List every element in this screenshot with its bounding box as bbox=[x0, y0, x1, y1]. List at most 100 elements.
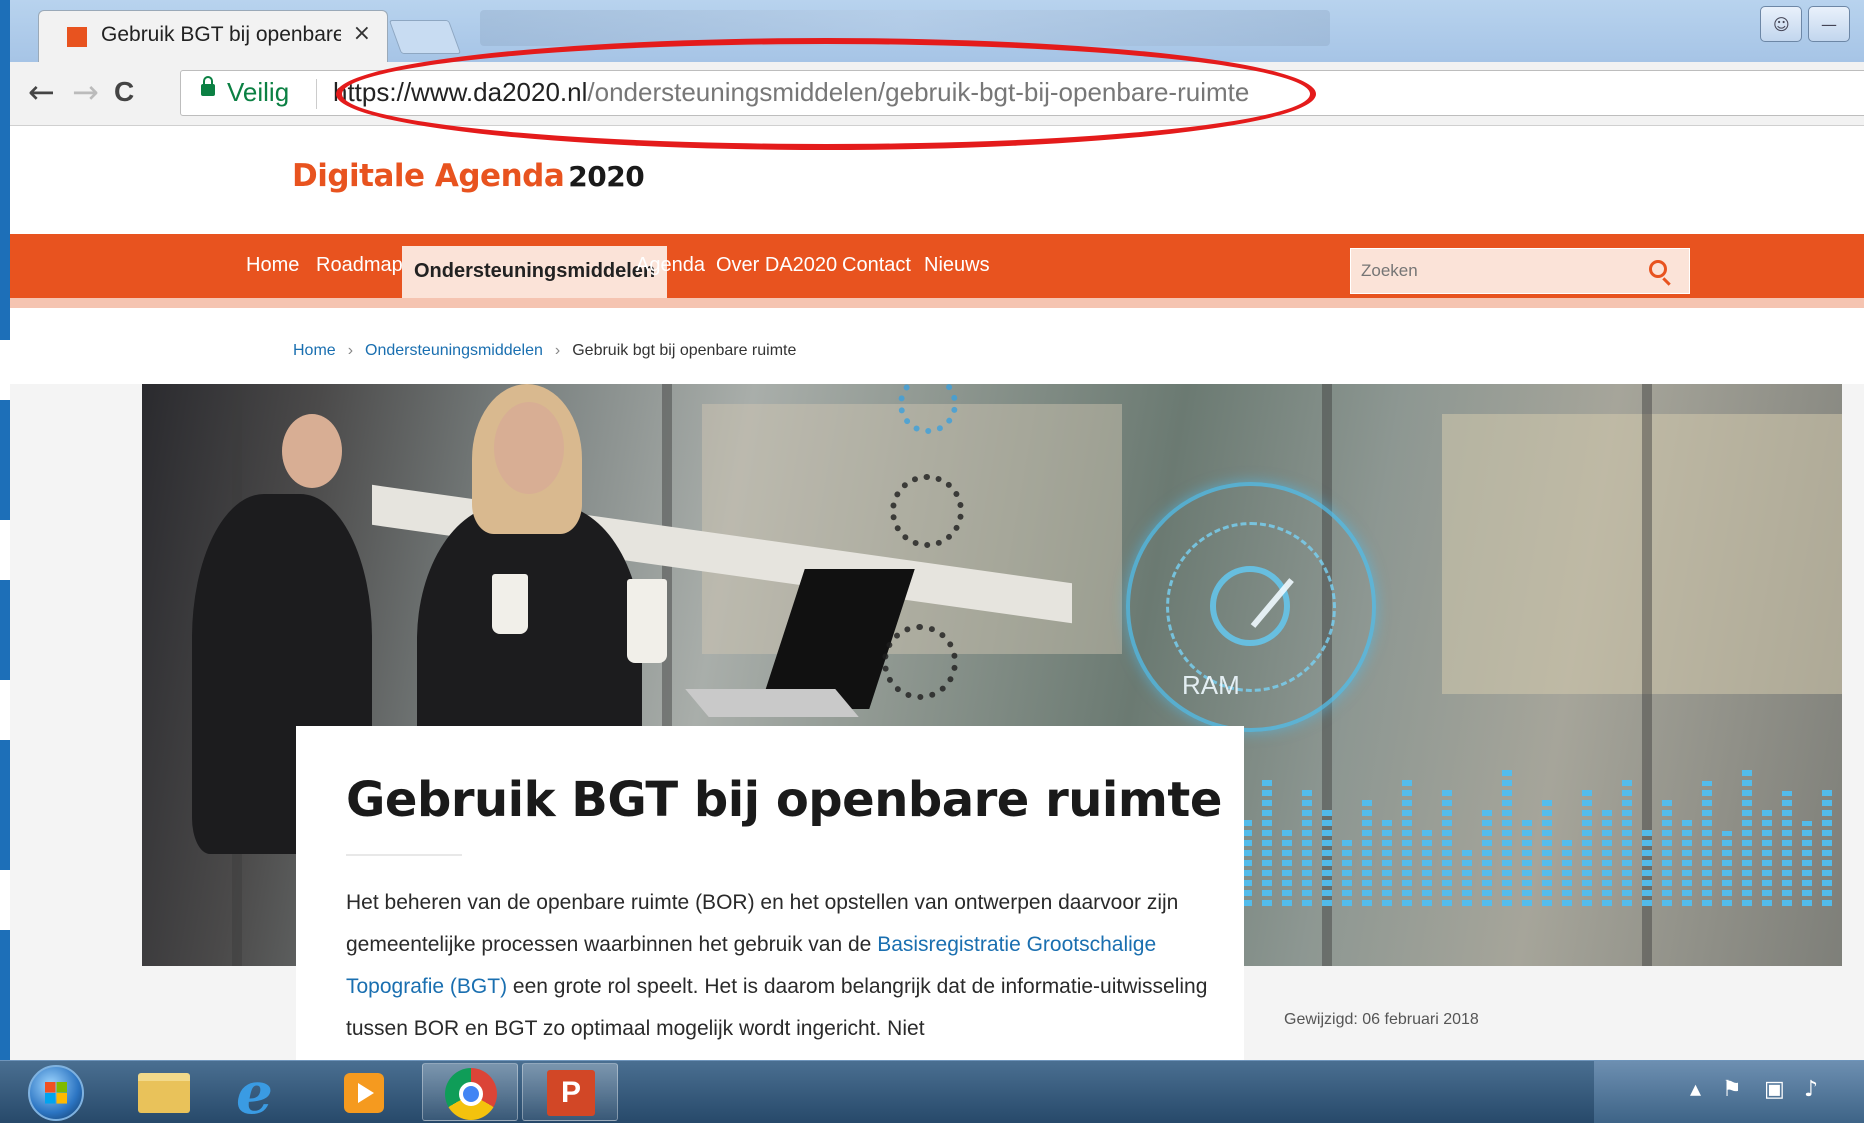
gauge-label: RAM bbox=[1182, 670, 1240, 700]
breadcrumb-ondersteuningsmiddelen[interactable]: Ondersteuningsmiddelen bbox=[365, 342, 543, 359]
equalizer-bar bbox=[1822, 786, 1832, 906]
nav-item-agenda[interactable]: Agenda bbox=[636, 254, 705, 288]
browser-tab[interactable]: Gebruik BGT bij openbare ruimte × bbox=[38, 10, 388, 62]
breadcrumb-separator: › bbox=[347, 342, 354, 359]
equalizer-bar bbox=[1302, 786, 1312, 906]
equalizer-bar bbox=[1742, 766, 1752, 906]
back-button[interactable]: ← bbox=[28, 72, 55, 112]
new-tab-button[interactable] bbox=[388, 20, 462, 54]
equalizer-bar bbox=[1722, 831, 1732, 906]
equalizer-bar bbox=[1642, 826, 1652, 906]
powerpoint-icon: P bbox=[547, 1070, 595, 1116]
chrome-icon bbox=[445, 1068, 497, 1120]
action-center-icon[interactable]: ⚑ bbox=[1722, 1077, 1742, 1102]
breadcrumb-current: Gebruik bgt bij openbare ruimte bbox=[572, 342, 797, 359]
red-annotation-ellipse bbox=[336, 38, 1316, 150]
coffee-cup bbox=[627, 579, 667, 663]
nav-item-roadmap[interactable]: Roadmap bbox=[316, 254, 403, 288]
equalizer-bar bbox=[1462, 846, 1472, 906]
equalizer-bar bbox=[1262, 776, 1272, 906]
media-player-icon bbox=[344, 1073, 384, 1113]
modified-label: Gewijzigd: bbox=[1284, 1011, 1358, 1028]
equalizer-bar bbox=[1782, 791, 1792, 906]
search-input[interactable] bbox=[1361, 253, 1641, 289]
reload-button[interactable]: C bbox=[114, 72, 134, 112]
user-icon: ☺ bbox=[1773, 15, 1790, 34]
woman-face bbox=[494, 402, 564, 494]
taskbar-media-player[interactable] bbox=[314, 1063, 410, 1121]
ram-gauge-graphic bbox=[1126, 482, 1376, 732]
decorative-dial bbox=[882, 624, 958, 700]
windows-explorer-icon bbox=[138, 1073, 190, 1113]
equalizer-bar bbox=[1282, 826, 1292, 906]
laptop-keyboard bbox=[685, 689, 859, 717]
minimize-icon: — bbox=[1821, 15, 1837, 34]
desktop-gap bbox=[0, 520, 10, 580]
nav-item-ondersteuningsmiddelen[interactable]: Ondersteuningsmiddelen bbox=[402, 246, 668, 298]
decorative-dial bbox=[890, 474, 964, 548]
equalizer-bar bbox=[1622, 776, 1632, 906]
equalizer-bar bbox=[1402, 776, 1412, 906]
logo-year: 2020 bbox=[568, 160, 645, 193]
windows-taskbar: e P ▴ ⚑ ▣ ♪ bbox=[0, 1059, 1864, 1123]
modified-date-value: 06 februari 2018 bbox=[1362, 1011, 1479, 1028]
tab-close-icon[interactable]: × bbox=[353, 21, 371, 46]
show-hidden-icons-arrow[interactable]: ▴ bbox=[1690, 1077, 1701, 1102]
desktop-gap bbox=[0, 340, 10, 400]
screenshot: Gebruik BGT bij openbare ruimte × ☺ — ← … bbox=[0, 0, 1864, 1123]
breadcrumb: Home › Ondersteuningsmiddelen › Gebruik bgt … bbox=[293, 342, 796, 360]
tab-title: Gebruik BGT bij openbare ruimte bbox=[101, 23, 341, 46]
equalizer-bar bbox=[1362, 796, 1372, 906]
equalizer-bar bbox=[1342, 836, 1352, 906]
article-title: Gebruik BGT bij openbare ruimte bbox=[346, 772, 1222, 828]
taskbar-internet-explorer[interactable]: e bbox=[214, 1059, 310, 1123]
minimize-button[interactable]: — bbox=[1808, 6, 1850, 42]
system-tray: ▴ ⚑ ▣ ♪ bbox=[1594, 1061, 1864, 1123]
nav-item-nieuws[interactable]: Nieuws bbox=[924, 254, 990, 288]
taskbar-powerpoint[interactable]: P bbox=[522, 1063, 618, 1121]
site-favicon-icon bbox=[67, 27, 87, 47]
nav-item-over-da2020[interactable]: Over DA2020 bbox=[716, 254, 837, 288]
site-search bbox=[1350, 248, 1690, 294]
equalizer-bar bbox=[1762, 806, 1772, 906]
user-profile-button[interactable]: ☺ bbox=[1760, 6, 1802, 42]
equalizer-bar bbox=[1422, 826, 1432, 906]
lock-icon bbox=[201, 76, 215, 96]
desktop-gap bbox=[0, 870, 10, 930]
coffee-cup bbox=[492, 574, 528, 634]
breadcrumb-separator: › bbox=[554, 342, 561, 359]
main-navigation: Home Roadmap Ondersteuningsmiddelen Agen… bbox=[10, 234, 1864, 308]
article-card: Gebruik BGT bij openbare ruimte Het behe… bbox=[296, 726, 1244, 1060]
nav-item-contact[interactable]: Contact bbox=[842, 254, 911, 288]
web-page: Digitale Agenda 2020 Home Roadmap Onderst… bbox=[10, 126, 1864, 1060]
breadcrumb-home[interactable]: Home bbox=[293, 342, 336, 359]
equalizer-bar bbox=[1322, 806, 1332, 906]
equalizer-bar bbox=[1542, 796, 1552, 906]
equalizer-bar bbox=[1482, 806, 1492, 906]
article-intro: Het beheren van de openbare ruimte (BOR)… bbox=[346, 882, 1216, 1050]
taskbar-windows-explorer[interactable] bbox=[116, 1063, 212, 1121]
equalizer-bar bbox=[1702, 781, 1712, 906]
equalizer-bar bbox=[1562, 836, 1572, 906]
search-icon[interactable] bbox=[1649, 260, 1667, 278]
equalizer-bar bbox=[1442, 786, 1452, 906]
gauge-core bbox=[1210, 566, 1290, 646]
equalizer-bar bbox=[1802, 821, 1812, 906]
address-separator bbox=[316, 79, 317, 109]
nav-item-home[interactable]: Home bbox=[246, 254, 299, 288]
desktop-gap bbox=[0, 680, 10, 740]
volume-icon[interactable]: ♪ bbox=[1804, 1077, 1818, 1102]
title-divider bbox=[346, 854, 462, 856]
equalizer-bar bbox=[1522, 816, 1532, 906]
taskbar-chrome[interactable] bbox=[422, 1063, 518, 1121]
equalizer-bar bbox=[1682, 816, 1692, 906]
network-icon[interactable]: ▣ bbox=[1764, 1077, 1785, 1102]
start-button[interactable] bbox=[28, 1065, 84, 1121]
equalizer-bar bbox=[1662, 796, 1672, 906]
site-logo[interactable]: Digitale Agenda 2020 bbox=[292, 158, 645, 194]
windows-logo-icon bbox=[45, 1082, 67, 1104]
internet-explorer-icon: e bbox=[236, 1059, 273, 1123]
equalizer-bar bbox=[1602, 806, 1612, 906]
modified-date: Gewijzigd: 06 februari 2018 bbox=[1284, 1011, 1479, 1029]
forward-button[interactable]: → bbox=[72, 72, 99, 112]
